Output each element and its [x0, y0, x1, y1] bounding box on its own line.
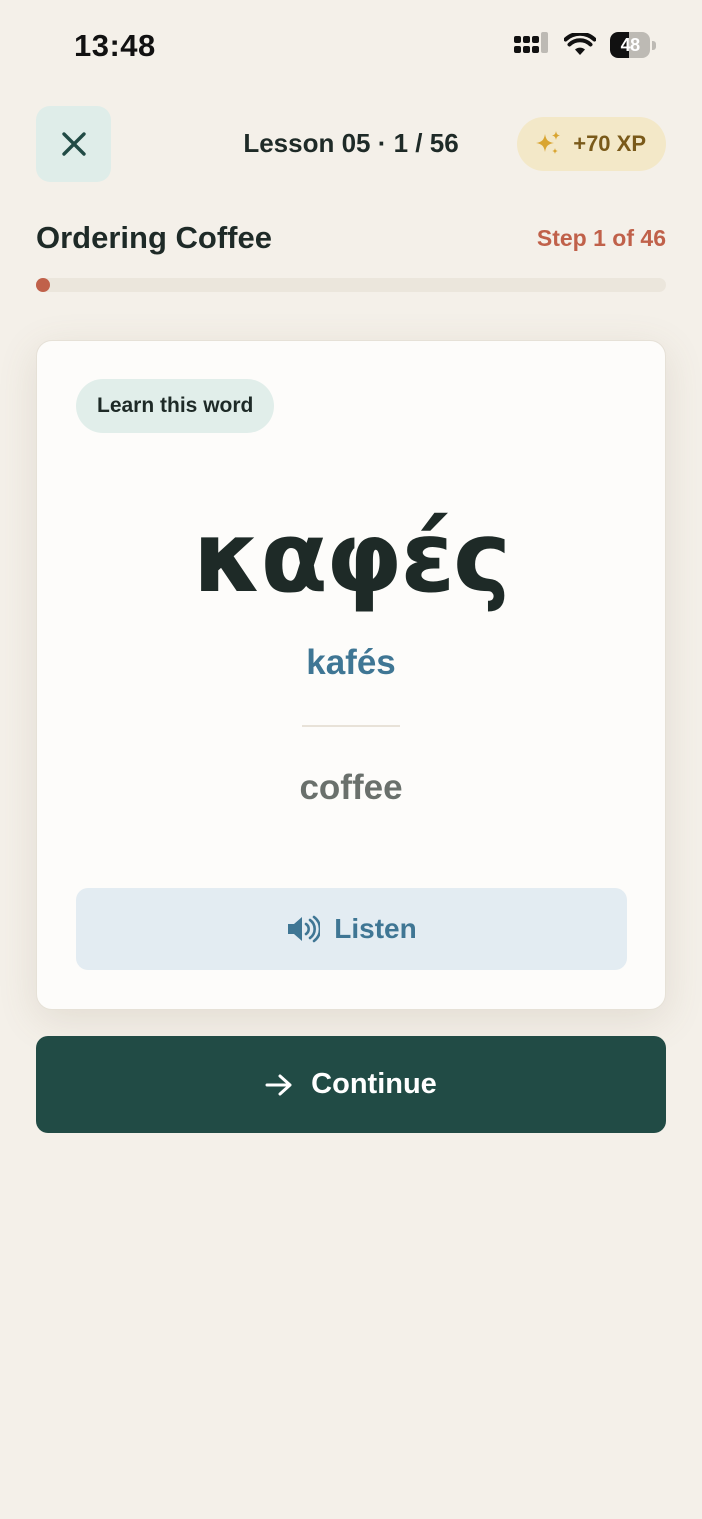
transliteration: kafés	[306, 643, 396, 682]
continue-label: Continue	[311, 1068, 437, 1100]
translation: coffee	[299, 768, 403, 807]
xp-label: +70 XP	[573, 131, 646, 156]
speaker-icon	[288, 915, 321, 943]
arrow-right-icon	[265, 1074, 292, 1095]
card-tag: Learn this word	[76, 379, 275, 433]
step-label: Step 1 of 46	[536, 225, 666, 251]
target-word: καφές	[192, 501, 511, 615]
status-bar: 13:48 48	[0, 0, 702, 92]
xp-badge: +70 XP	[517, 117, 666, 171]
lesson-header: Lesson 05 · 1 / 56 +70 XP	[36, 106, 666, 182]
status-icons: 48	[514, 32, 656, 58]
divider	[302, 725, 400, 727]
listen-button[interactable]: Listen	[76, 888, 627, 970]
sparkles-icon	[536, 131, 561, 154]
lesson-title: Ordering Coffee	[36, 220, 272, 255]
continue-button[interactable]: Continue	[36, 1036, 666, 1133]
battery-percent: 48	[620, 34, 641, 55]
progress-bar	[36, 278, 666, 292]
word-card: Learn this word καφές kafés coffee Liste…	[36, 340, 666, 1010]
progress-fill	[36, 278, 50, 292]
status-time: 13:48	[74, 28, 156, 63]
cellular-signal-icon	[514, 32, 548, 53]
listen-label: Listen	[334, 913, 417, 944]
wifi-icon	[564, 33, 596, 55]
battery-icon: 48	[610, 32, 656, 58]
